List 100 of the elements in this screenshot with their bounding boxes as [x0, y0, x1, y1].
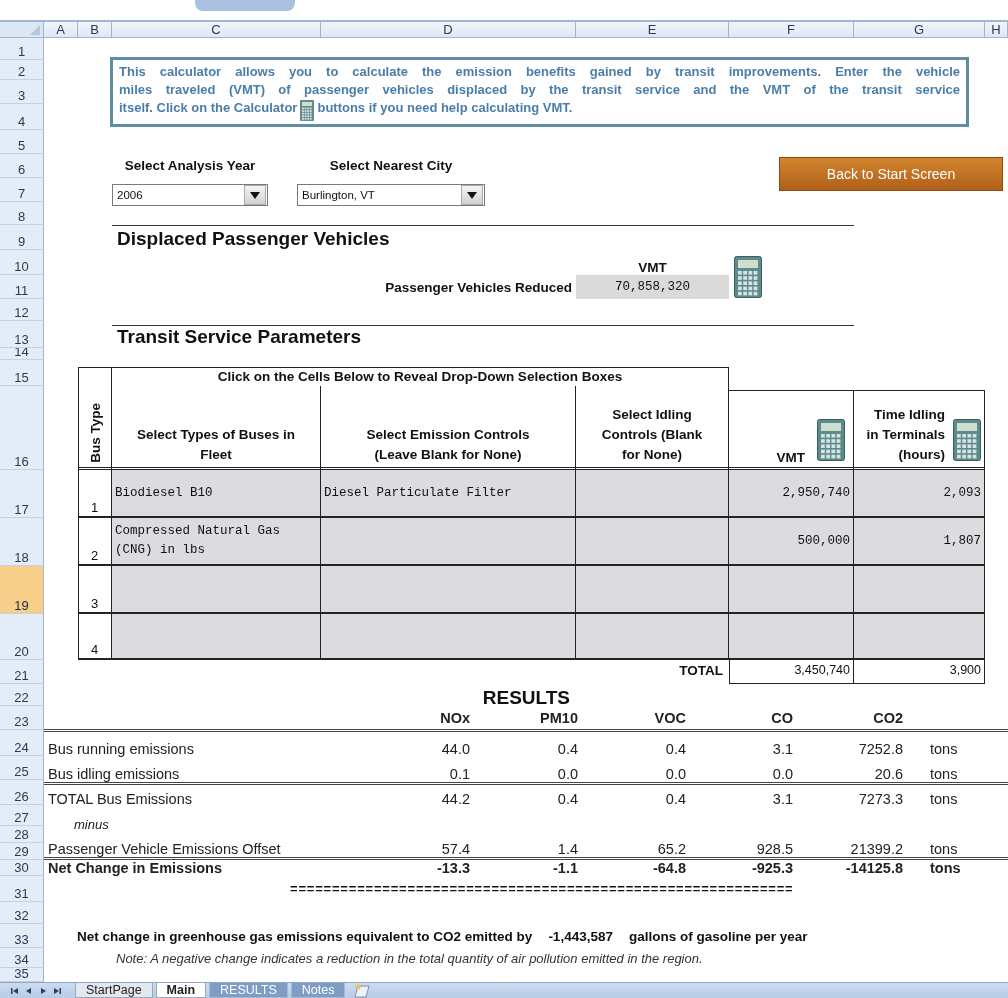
row-header[interactable]: 7 [0, 178, 44, 202]
unit-label: tons [929, 791, 959, 807]
column-header[interactable]: D [321, 22, 576, 38]
table-cell[interactable] [576, 518, 729, 566]
row-header[interactable]: 28 [0, 826, 44, 843]
table-cell[interactable] [321, 518, 576, 566]
row-header[interactable]: 15 [0, 360, 44, 386]
first-sheet-icon[interactable] [10, 985, 20, 996]
column-header[interactable]: C [112, 22, 321, 38]
table-cell[interactable] [854, 566, 985, 614]
city-dropdown[interactable]: Burlington, VT [297, 184, 485, 206]
row-header[interactable]: 9 [0, 225, 44, 250]
column-header[interactable]: G [854, 22, 985, 38]
row-header[interactable]: 31 [0, 876, 44, 902]
row-header[interactable]: 11 [0, 275, 44, 299]
separator-text: ============================================================ [290, 882, 794, 896]
row-header[interactable]: 4 [0, 104, 44, 130]
table-cell-text: 0.0 [556, 766, 578, 782]
row-header[interactable]: 27 [0, 805, 44, 826]
table-cell-text: 0.0 [771, 766, 793, 782]
row-header[interactable]: 21 [0, 660, 44, 684]
row-header[interactable]: 23 [0, 706, 44, 730]
row-label: Passenger Vehicles Reduced [384, 279, 573, 295]
table-cell[interactable] [729, 566, 854, 614]
row-header[interactable]: 35 [0, 968, 44, 982]
row-header[interactable]: 13 [0, 321, 44, 348]
table-cell[interactable] [576, 614, 729, 660]
table-cell[interactable] [321, 566, 576, 614]
table-cell-text: -1.1 [552, 860, 578, 876]
calculator-icon[interactable] [817, 419, 845, 461]
row-header[interactable]: 6 [0, 154, 44, 178]
table-cell[interactable] [321, 614, 576, 660]
row-header[interactable]: 24 [0, 730, 44, 756]
row-label: Bus idling emissions [47, 766, 181, 782]
row-header[interactable]: 20 [0, 614, 44, 660]
row-header[interactable]: 8 [0, 202, 44, 225]
row-header[interactable]: 19 [0, 566, 44, 614]
row-header[interactable]: 34 [0, 948, 44, 968]
table-cell[interactable] [576, 470, 729, 518]
row-header[interactable]: 3 [0, 80, 44, 104]
intro-text: itself. Click on the Calculator [119, 99, 298, 117]
row-header[interactable]: 16 [0, 386, 44, 470]
intro-text: miles traveled (VMT) of passenger vehicles displaced by the transit service and the VMT of the transit service [119, 81, 960, 99]
field-label: Select Nearest City [329, 157, 453, 175]
row-header[interactable]: 25 [0, 756, 44, 780]
table-cell[interactable]: Biodiesel B10 [112, 470, 321, 518]
summary-text: gallons of gasoline per year [628, 928, 808, 944]
row-header[interactable]: 5 [0, 130, 44, 154]
table-cell: 70,858,320 [576, 275, 729, 299]
next-sheet-icon[interactable] [38, 985, 48, 996]
calculator-icon[interactable] [734, 256, 762, 298]
note-text: Note: A negative change indicates a reduction in the total quantity of air pollution emitted in the region. [116, 950, 703, 966]
column-header: VMT [776, 450, 805, 465]
table-cell[interactable] [112, 614, 321, 660]
column-header[interactable]: F [729, 22, 854, 38]
row-header[interactable]: 29 [0, 843, 44, 860]
row-header[interactable]: 33 [0, 924, 44, 948]
table-cell-text: 3.1 [771, 791, 793, 807]
row-header[interactable]: 22 [0, 684, 44, 706]
table-cell[interactable]: 2,093 [854, 470, 985, 518]
row-header[interactable]: 12 [0, 299, 44, 321]
table-banner: Click on the Cells Below to Reveal Drop-Down Selection Boxes [112, 367, 729, 386]
year-dropdown[interactable]: 2006 [112, 184, 268, 206]
row-header[interactable]: 10 [0, 250, 44, 275]
table-cell[interactable]: 2,950,740 [729, 470, 854, 518]
previous-sheet-icon[interactable] [24, 985, 34, 996]
column-header: CO [770, 710, 793, 726]
row-header[interactable]: 30 [0, 860, 44, 876]
row-header[interactable]: 17 [0, 470, 44, 518]
calculator-icon[interactable] [953, 419, 981, 461]
row-label: Bus running emissions [47, 741, 195, 757]
last-sheet-icon[interactable] [52, 985, 62, 996]
unit-label: tons [929, 860, 962, 876]
table-cell-text: 0.1 [448, 766, 470, 782]
table-cell[interactable] [112, 566, 321, 614]
column-header[interactable]: B [78, 22, 112, 38]
table-cell[interactable] [854, 614, 985, 660]
sheet-tab[interactable]: StartPage [75, 983, 153, 998]
column-header[interactable]: A [44, 22, 78, 38]
column-header[interactable]: H [985, 22, 1008, 38]
table-cell[interactable] [576, 566, 729, 614]
row-header[interactable]: 18 [0, 518, 44, 566]
table-cell[interactable]: 500,000 [729, 518, 854, 566]
row-header[interactable]: 2 [0, 60, 44, 80]
table-cell[interactable] [729, 614, 854, 660]
back-button[interactable]: Back to Start Screen [779, 157, 1003, 191]
row-label: Passenger Vehicle Emissions Offset [47, 841, 282, 857]
table-cell-text: 20.6 [873, 766, 903, 782]
table-cell[interactable]: Diesel Particulate Filter [321, 470, 576, 518]
column-header: CO2 [872, 710, 903, 726]
column-header: Time Idling in Terminals (hours) [865, 406, 945, 464]
table-cell[interactable]: 1,807 [854, 518, 985, 566]
table-cell-text: 0.4 [556, 741, 578, 757]
column-header[interactable]: E [576, 22, 729, 38]
row-header[interactable]: 1 [0, 38, 44, 60]
table-cell[interactable]: Compressed Natural Gas (CNG) in lbs [112, 518, 321, 566]
sheet-tab[interactable]: Main [155, 983, 207, 998]
row-header[interactable]: 26 [0, 780, 44, 805]
row-header[interactable]: 32 [0, 902, 44, 924]
column-header: PM10 [539, 710, 578, 726]
